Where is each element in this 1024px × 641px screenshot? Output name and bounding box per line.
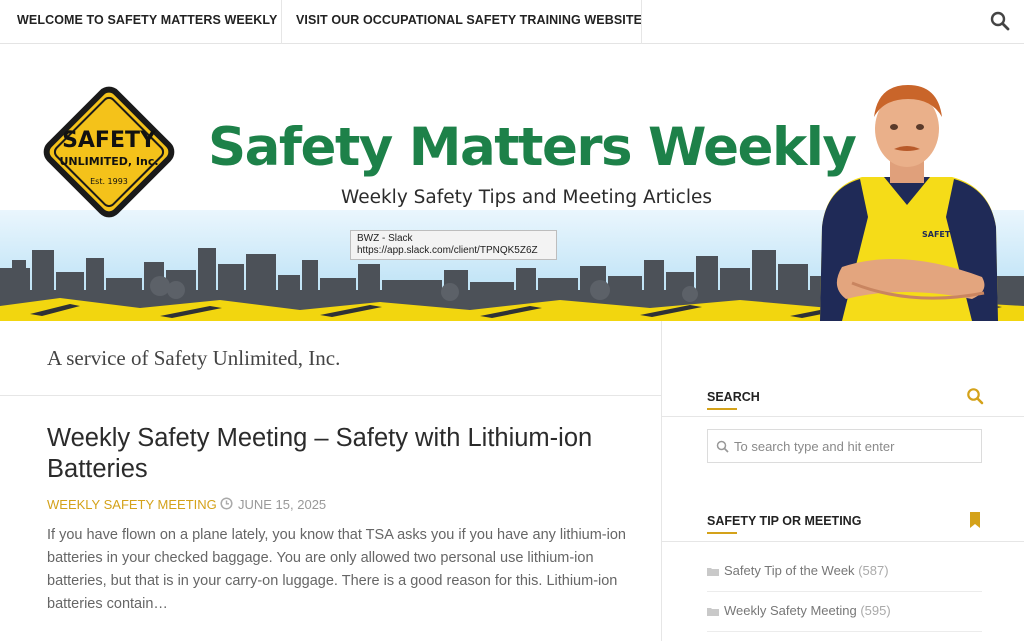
category-link-weekly-meeting[interactable]: Weekly Safety Meeting (595) <box>707 603 891 618</box>
site-tagline: A service of Safety Unlimited, Inc. <box>47 346 341 370</box>
nav-item-welcome[interactable]: WELCOME TO SAFETY MATTERS WEEKLY <box>17 0 277 44</box>
search-icon <box>716 440 729 453</box>
list-divider <box>707 591 982 592</box>
logo-text-established: Est. 1993 <box>90 177 128 186</box>
search-widget-title: SEARCH <box>707 390 760 404</box>
search-placeholder: To search type and hit enter <box>734 439 895 454</box>
divider <box>661 541 1024 542</box>
top-navigation: WELCOME TO SAFETY MATTERS WEEKLY VISIT O… <box>0 0 1024 44</box>
post-excerpt: If you have flown on a plane lately, you… <box>47 527 626 612</box>
column-divider <box>661 321 662 641</box>
categories-widget-title: SAFETY TIP OR MEETING <box>707 514 862 528</box>
widget-title-underline <box>707 408 737 410</box>
category-count: (595) <box>860 603 891 618</box>
tooltip-url: https://app.slack.com/client/TPNQK5Z6Z <box>357 245 538 256</box>
divider <box>0 395 661 396</box>
site-title: Safety Matters Weekly <box>208 117 857 178</box>
folder-icon <box>707 568 719 577</box>
list-divider <box>707 631 982 632</box>
mascot-vest-text: SAFETY <box>922 230 956 239</box>
widget-title-underline <box>707 532 737 534</box>
divider <box>661 416 1024 417</box>
category-count: (587) <box>858 563 889 578</box>
category-link-safety-tip[interactable]: Safety Tip of the Week (587) <box>707 563 889 578</box>
category-label: Weekly Safety Meeting <box>724 603 857 618</box>
logo-text-company: UNLIMITED, Inc. <box>59 155 158 168</box>
tooltip-title: BWZ - Slack <box>357 233 413 244</box>
search-icon[interactable] <box>990 11 1010 31</box>
bookmark-icon <box>970 512 980 528</box>
post-category-link[interactable]: WEEKLY SAFETY MEETING <box>47 497 217 512</box>
nav-item-training-website[interactable]: VISIT OUR OCCUPATIONAL SAFETY TRAINING W… <box>296 0 642 44</box>
safety-unlimited-logo: SAFETY UNLIMITED, Inc. Est. 1993 <box>43 86 175 218</box>
sidebar-search-input[interactable]: To search type and hit enter <box>707 429 982 463</box>
site-subtitle: Weekly Safety Tips and Meeting Articles <box>341 187 712 208</box>
post-date: JUNE 15, 2025 <box>238 497 327 512</box>
post-title-link[interactable]: Weekly Safety Meeting – Safety with Lith… <box>47 423 627 485</box>
browser-link-tooltip: BWZ - Slack https://app.slack.com/client… <box>350 230 557 260</box>
search-icon <box>967 388 984 405</box>
nav-divider <box>641 0 642 44</box>
folder-icon <box>707 608 719 617</box>
clock-icon <box>220 497 233 510</box>
category-label: Safety Tip of the Week <box>724 563 855 578</box>
nav-divider <box>281 0 282 44</box>
header-banner[interactable]: SAFETY UNLIMITED, Inc. Est. 1993 Safety … <box>0 45 1024 321</box>
safety-mascot-illustration: SAFETY <box>820 85 998 321</box>
logo-text-safety: SAFETY <box>62 128 157 153</box>
